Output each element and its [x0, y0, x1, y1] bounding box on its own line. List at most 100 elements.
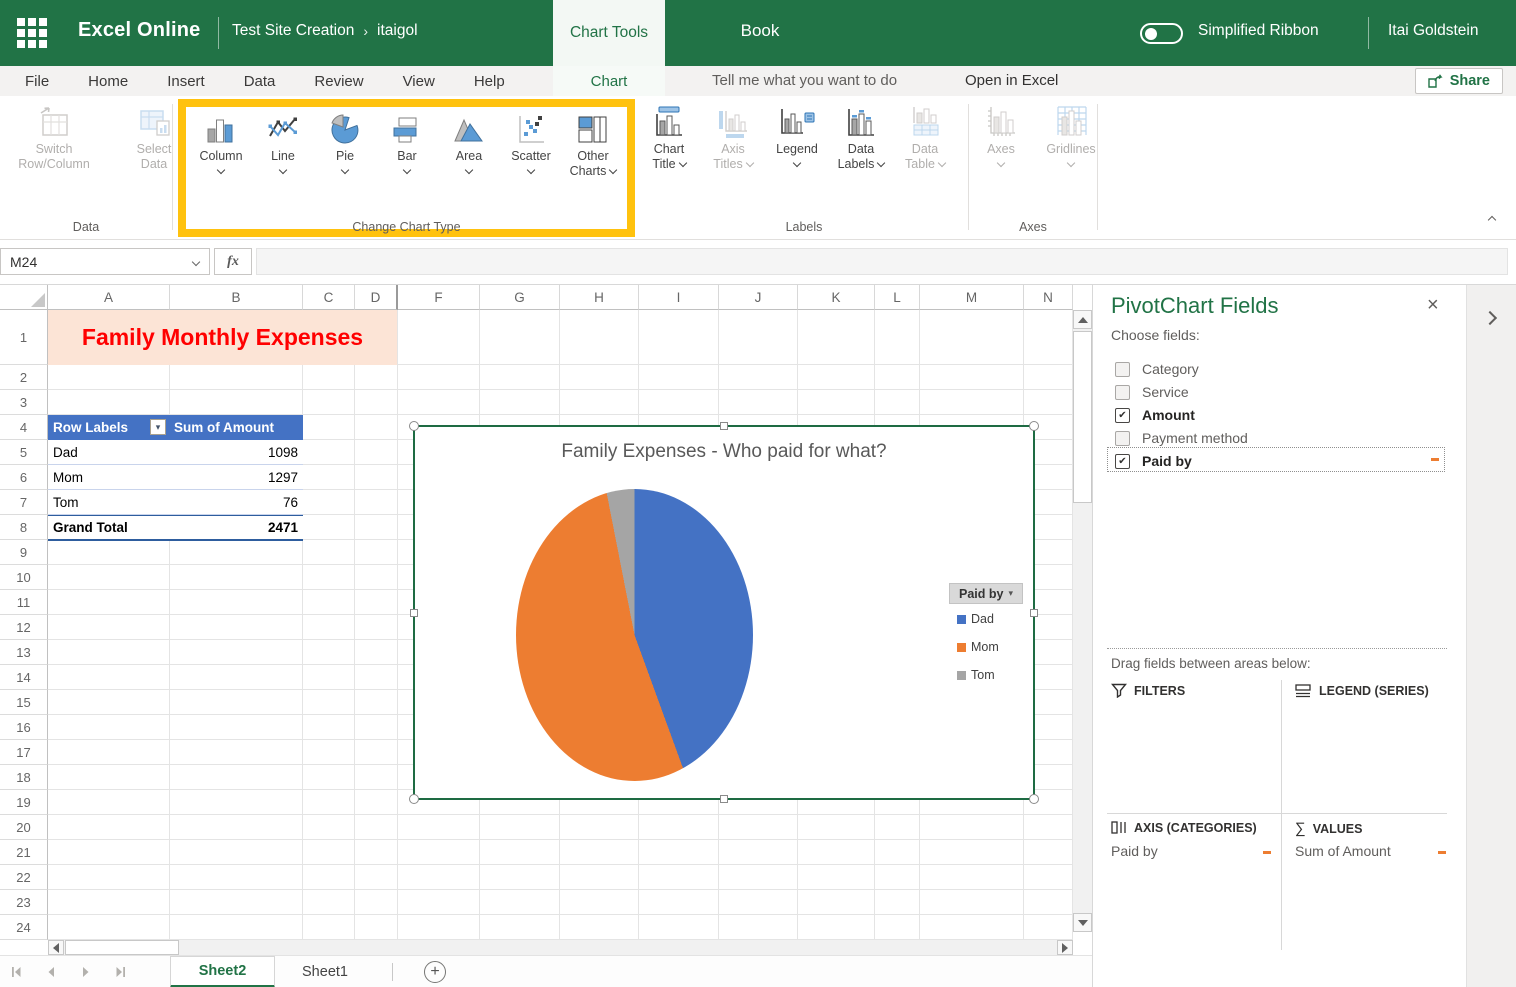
- cell-K24[interactable]: [798, 915, 875, 940]
- cell-A2[interactable]: [48, 365, 170, 390]
- cell-A17[interactable]: [48, 740, 170, 765]
- row-header-10[interactable]: 10: [0, 565, 48, 590]
- cell-H1[interactable]: [560, 310, 639, 365]
- cell-M23[interactable]: [920, 890, 1024, 915]
- cell-L2[interactable]: [875, 365, 920, 390]
- cell-H3[interactable]: [560, 390, 639, 415]
- cell-B14[interactable]: [170, 665, 303, 690]
- row-header-7[interactable]: 7: [0, 490, 48, 515]
- pivot-header-row-labels[interactable]: Row Labels ▾: [48, 415, 170, 440]
- pivot-row-tom[interactable]: Tom 76: [48, 490, 303, 515]
- cell-G20[interactable]: [480, 815, 560, 840]
- values-area-item-sum-of-amount[interactable]: Sum of Amount: [1295, 843, 1391, 859]
- menu-review[interactable]: Review: [314, 73, 363, 90]
- cell-C8[interactable]: [303, 515, 355, 540]
- cell-D8[interactable]: [355, 515, 398, 540]
- cell-B18[interactable]: [170, 765, 303, 790]
- cell-D7[interactable]: [355, 490, 398, 515]
- pivot-row-mom[interactable]: Mom 1297: [48, 465, 303, 490]
- cell-M3[interactable]: [920, 390, 1024, 415]
- switch-row-column-button[interactable]: Switch Row/Column: [12, 104, 96, 172]
- cell-A13[interactable]: [48, 640, 170, 665]
- row-header-4[interactable]: 4: [0, 415, 48, 440]
- name-box[interactable]: M24: [0, 248, 210, 275]
- close-panel-icon[interactable]: ×: [1427, 295, 1439, 315]
- cell-L20[interactable]: [875, 815, 920, 840]
- last-sheet-icon[interactable]: [115, 966, 127, 978]
- cell-N20[interactable]: [1024, 815, 1073, 840]
- row-header-23[interactable]: 23: [0, 890, 48, 915]
- cell-A23[interactable]: [48, 890, 170, 915]
- simplified-ribbon-toggle[interactable]: [1140, 23, 1183, 44]
- checkbox-checked-icon[interactable]: ✔: [1115, 454, 1130, 469]
- cell-D16[interactable]: [355, 715, 398, 740]
- cell-A16[interactable]: [48, 715, 170, 740]
- menu-insert[interactable]: Insert: [167, 73, 205, 90]
- cell-G24[interactable]: [480, 915, 560, 940]
- cell-B3[interactable]: [170, 390, 303, 415]
- scroll-up-button[interactable]: [1073, 310, 1092, 329]
- cell-A24[interactable]: [48, 915, 170, 940]
- cell-D3[interactable]: [355, 390, 398, 415]
- tell-me-box[interactable]: Tell me what you want to do: [712, 72, 897, 89]
- cell-D2[interactable]: [355, 365, 398, 390]
- row-header-13[interactable]: 13: [0, 640, 48, 665]
- cell-B16[interactable]: [170, 715, 303, 740]
- cell-L21[interactable]: [875, 840, 920, 865]
- cell-J22[interactable]: [719, 865, 798, 890]
- field-paid-by[interactable]: ✔ Paid by: [1115, 450, 1192, 472]
- resize-handle-nw[interactable]: [409, 421, 419, 431]
- column-header-G[interactable]: G: [480, 285, 560, 310]
- resize-handle-w[interactable]: [410, 609, 418, 617]
- cell-G1[interactable]: [480, 310, 560, 365]
- cell-F22[interactable]: [398, 865, 480, 890]
- cell-D23[interactable]: [355, 890, 398, 915]
- resize-handle-n[interactable]: [720, 422, 728, 430]
- field-payment-method[interactable]: Payment method: [1115, 427, 1248, 449]
- cell-A12[interactable]: [48, 615, 170, 640]
- cell-N2[interactable]: [1024, 365, 1073, 390]
- cell-C15[interactable]: [303, 690, 355, 715]
- cell-C21[interactable]: [303, 840, 355, 865]
- user-name[interactable]: Itai Goldstein: [1388, 22, 1478, 40]
- cell-M20[interactable]: [920, 815, 1024, 840]
- row-header-11[interactable]: 11: [0, 590, 48, 615]
- cell-B24[interactable]: [170, 915, 303, 940]
- column-header-M[interactable]: M: [920, 285, 1024, 310]
- pie-chart[interactable]: [516, 489, 753, 781]
- cell-D5[interactable]: [355, 440, 398, 465]
- resize-handle-sw[interactable]: [409, 794, 419, 804]
- vertical-scroll-thumb[interactable]: [1073, 331, 1092, 503]
- legend-item-tom[interactable]: Tom: [957, 668, 995, 682]
- cell-C20[interactable]: [303, 815, 355, 840]
- checkbox-unchecked-icon[interactable]: [1115, 385, 1130, 400]
- cell-A10[interactable]: [48, 565, 170, 590]
- row-header-3[interactable]: 3: [0, 390, 48, 415]
- cell-J24[interactable]: [719, 915, 798, 940]
- document-title[interactable]: Book: [665, 21, 855, 41]
- cell-C19[interactable]: [303, 790, 355, 815]
- checkbox-checked-icon[interactable]: ✔: [1115, 408, 1130, 423]
- row-header-24[interactable]: 24: [0, 915, 48, 940]
- cell-A14[interactable]: [48, 665, 170, 690]
- cell-N24[interactable]: [1024, 915, 1073, 940]
- legend-button[interactable]: Legend: [768, 104, 826, 172]
- cell-K3[interactable]: [798, 390, 875, 415]
- legend-item-dad[interactable]: Dad: [957, 612, 994, 626]
- cell-K23[interactable]: [798, 890, 875, 915]
- cell-B13[interactable]: [170, 640, 303, 665]
- axes-button[interactable]: Axes: [972, 104, 1030, 166]
- breadcrumb-item[interactable]: itaigol: [377, 22, 418, 40]
- checkbox-unchecked-icon[interactable]: [1115, 362, 1130, 377]
- column-header-D[interactable]: D: [355, 285, 398, 310]
- cell-C10[interactable]: [303, 565, 355, 590]
- resize-handle-ne[interactable]: [1029, 421, 1039, 431]
- cell-M22[interactable]: [920, 865, 1024, 890]
- pivot-chart[interactable]: Family Expenses - Who paid for what? Pai…: [413, 425, 1035, 800]
- cell-D18[interactable]: [355, 765, 398, 790]
- data-labels-button[interactable]: Data Labels: [832, 104, 890, 172]
- chart-title-button[interactable]: Chart Title: [640, 104, 698, 172]
- collapse-ribbon-button[interactable]: [1489, 212, 1501, 224]
- cell-F21[interactable]: [398, 840, 480, 865]
- previous-sheet-icon[interactable]: [45, 966, 57, 978]
